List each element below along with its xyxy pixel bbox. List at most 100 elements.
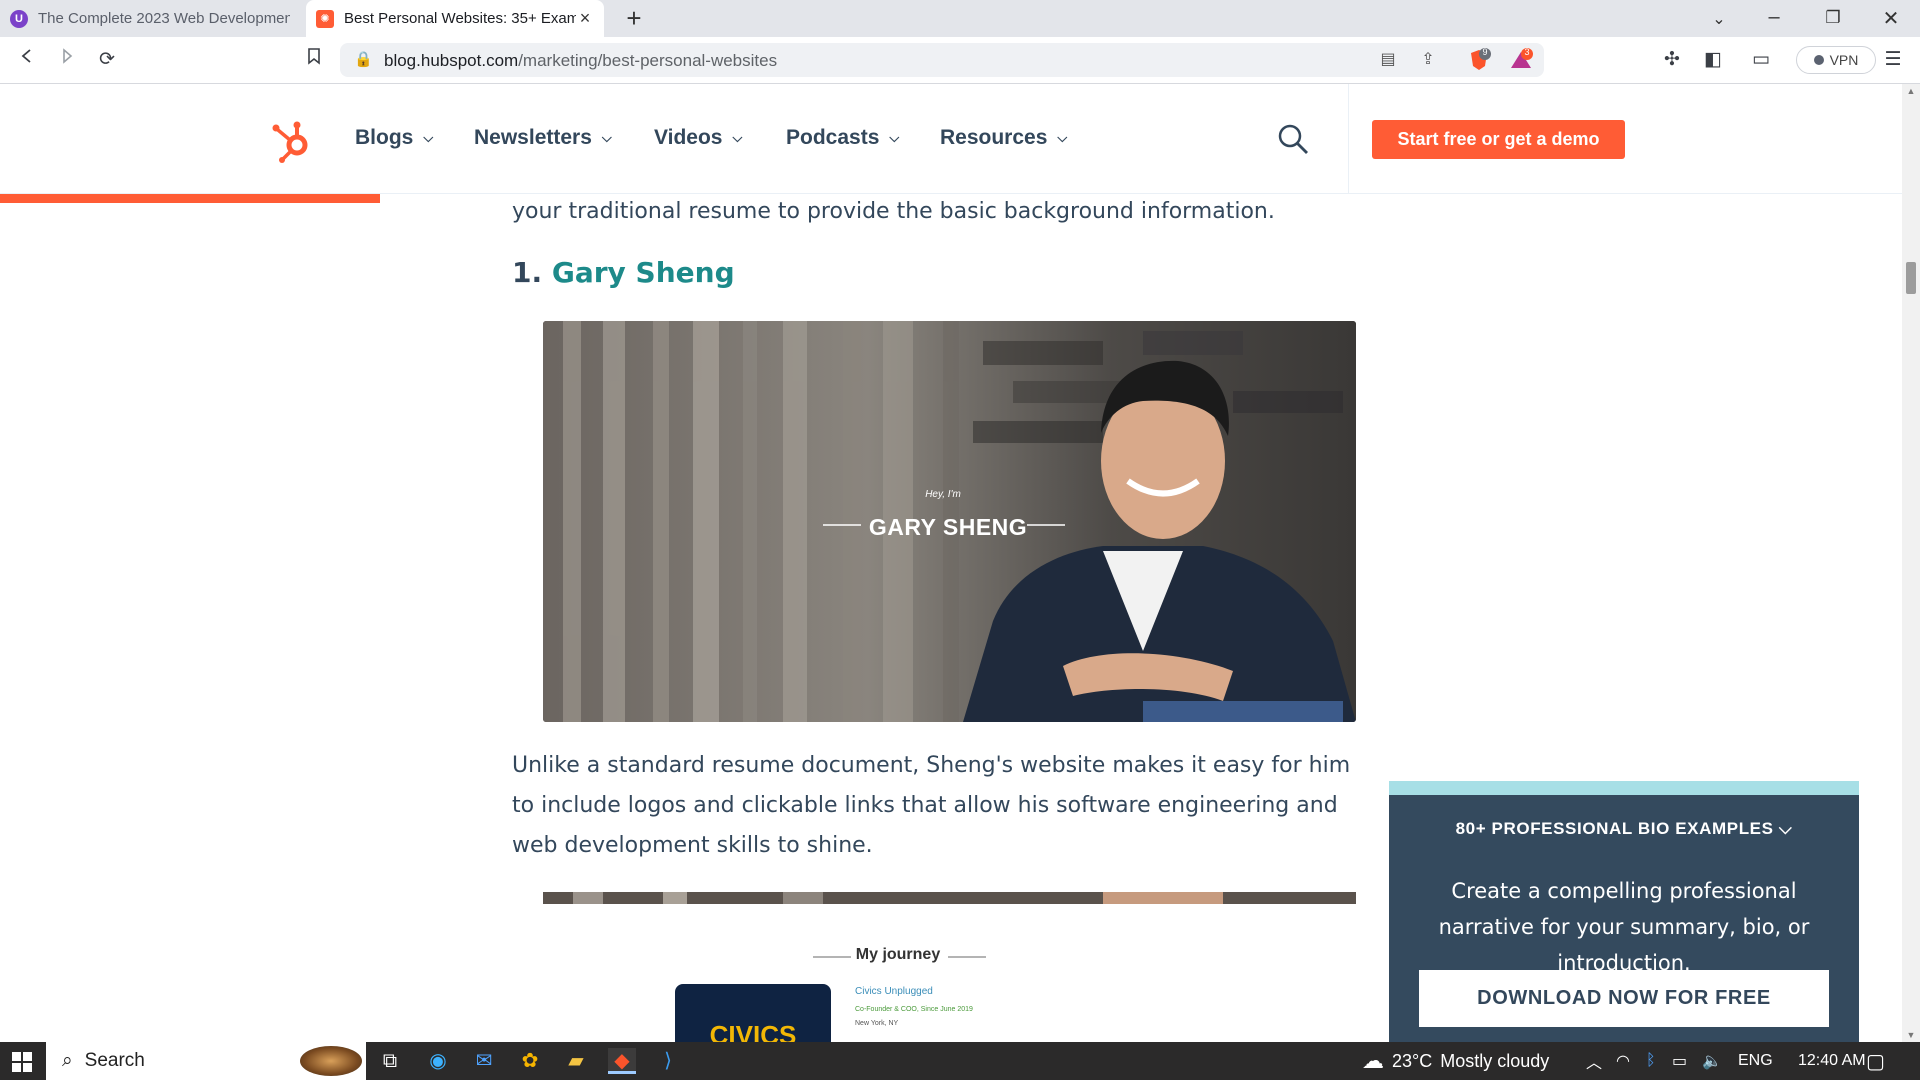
taskbar-search-label: Search: [84, 1050, 145, 1071]
chevron-down-icon: ⌵: [423, 130, 434, 145]
notifications-icon[interactable]: ▢: [1866, 1042, 1885, 1080]
sidebar-icon[interactable]: ◧: [1700, 47, 1726, 73]
site-navigation: Blogs ⌵ Newsletters ⌵ Videos ⌵ Podcasts ⌵ Re…: [0, 84, 1902, 194]
example-heading: 1. Gary Sheng: [512, 256, 1356, 289]
nav-videos[interactable]: Videos ⌵: [654, 126, 742, 150]
vscode-icon[interactable]: ⟩: [654, 1048, 682, 1074]
tab-best-personal-websites[interactable]: ✺ Best Personal Websites: 35+ Exam ×: [306, 0, 604, 37]
forward-icon[interactable]: [54, 47, 80, 73]
nav-blogs[interactable]: Blogs ⌵: [355, 126, 433, 150]
brave-browser-icon[interactable]: ◆: [608, 1048, 636, 1074]
reload-icon[interactable]: ⟳: [94, 47, 120, 73]
new-tab-button[interactable]: +: [620, 5, 648, 31]
nav-label: Podcasts: [786, 126, 880, 149]
tab-bar: U The Complete 2023 Web Developmen ✺ Bes…: [0, 0, 1920, 37]
tab-search-chevron-icon[interactable]: ⌄: [1704, 9, 1734, 29]
hubspot-icon: ✺: [316, 9, 334, 28]
start-free-button[interactable]: Start free or get a demo: [1372, 120, 1625, 159]
bio-examples-promo: 80+ PROFESSIONAL BIO EXAMPLES ⌵ Create a…: [1389, 781, 1859, 1042]
scroll-down-icon[interactable]: ▼: [1902, 1030, 1920, 1040]
udemy-icon: U: [10, 9, 28, 28]
hubspot-logo-icon[interactable]: [270, 118, 316, 164]
article-paragraph-intro: your traditional resume to provide the b…: [512, 199, 1275, 224]
nav-resources[interactable]: Resources ⌵: [940, 126, 1067, 150]
weather-condition: Mostly cloudy: [1440, 1050, 1550, 1071]
article-paragraph-sheng: Unlike a standard resume document, Sheng…: [512, 753, 1351, 858]
photos-icon[interactable]: ✿: [516, 1048, 544, 1074]
journey-org[interactable]: Civics Unplugged: [855, 986, 933, 997]
battery-icon[interactable]: ▭: [1672, 1042, 1687, 1080]
nav-podcasts[interactable]: Podcasts ⌵: [786, 126, 899, 150]
temperature: 23°C: [1392, 1050, 1433, 1071]
show-hidden-icons-icon[interactable]: ︿: [1586, 1042, 1602, 1080]
windows-taskbar: ⌕ Search ⧉ ◉ ✉ ✿ ▰ ◆ ⟩ ☁ 23°C Mostly clo…: [0, 1042, 1920, 1080]
scroll-up-icon[interactable]: ▲: [1902, 86, 1920, 96]
url-text[interactable]: blog.hubspot.com/marketing/best-personal…: [384, 51, 777, 71]
wifi-icon[interactable]: ◠: [1616, 1042, 1630, 1080]
nav-divider: [1348, 84, 1349, 194]
nav-label: Newsletters: [474, 126, 592, 149]
hero-greeting: Hey, I'm: [925, 489, 961, 500]
browser-toolbar: ⟳ 🔒 blog.hubspot.com/marketing/best-pers…: [0, 37, 1920, 84]
nav-label: Blogs: [355, 126, 414, 149]
page-scrollbar[interactable]: ▲ ▼: [1902, 84, 1920, 1042]
back-icon[interactable]: [14, 47, 40, 73]
language-indicator[interactable]: ENG: [1738, 1042, 1773, 1080]
journey-location: New York, NY: [855, 1020, 899, 1027]
chevron-down-icon: ⌵: [889, 130, 900, 145]
file-explorer-icon[interactable]: ▰: [562, 1048, 590, 1074]
tab-title: The Complete 2023 Web Developmen: [38, 10, 290, 27]
vpn-label: VPN: [1829, 52, 1859, 68]
vpn-status-icon: [1813, 55, 1824, 65]
nav-newsletters[interactable]: Newsletters ⌵: [474, 126, 612, 150]
weather-widget[interactable]: ☁ 23°C Mostly cloudy: [1362, 1042, 1549, 1080]
journey-title: My journey: [855, 946, 941, 963]
tab-title: Best Personal Websites: 35+ Exam: [344, 10, 576, 27]
extensions-icon[interactable]: ✣: [1659, 47, 1685, 73]
mail-icon[interactable]: ✉: [470, 1048, 498, 1074]
volume-icon[interactable]: 🔈: [1702, 1042, 1722, 1080]
windows-start-icon[interactable]: [12, 1052, 32, 1072]
bookmark-icon[interactable]: [301, 47, 327, 73]
journey-role: Co-Founder & COO, Since June 2019: [855, 1006, 973, 1013]
search-highlight-planet-icon: [300, 1046, 362, 1076]
vpn-button[interactable]: VPN: [1796, 46, 1876, 74]
close-tab-icon[interactable]: ×: [576, 8, 594, 29]
promo-title[interactable]: 80+ PROFESSIONAL BIO EXAMPLES ⌵: [1389, 819, 1859, 839]
address-bar[interactable]: 🔒 blog.hubspot.com/marketing/best-person…: [340, 43, 1544, 77]
chevron-down-icon: ⌵: [732, 130, 743, 145]
gary-sheng-website-screenshot: Hey, I'm GARY SHENG: [543, 321, 1356, 722]
brave-rewards-icon[interactable]: 3: [1508, 47, 1534, 73]
search-icon: ⌕: [62, 1050, 73, 1071]
chevron-down-icon: ⌵: [601, 130, 612, 145]
brave-shields-icon[interactable]: 9: [1466, 47, 1492, 73]
example-number: 1.: [512, 256, 543, 289]
promo-description: Create a compelling professional narrati…: [1438, 879, 1810, 975]
cloudy-weather-icon: ☁: [1362, 1048, 1384, 1073]
share-icon[interactable]: ⇪: [1416, 49, 1440, 71]
nav-label: Videos: [654, 126, 723, 149]
taskbar-search-box[interactable]: ⌕ Search: [46, 1042, 366, 1080]
civics-logo: CIVICS: [709, 1020, 797, 1042]
minimize-icon[interactable]: –: [1759, 6, 1789, 29]
nav-label: Resources: [940, 126, 1048, 149]
search-icon[interactable]: [1276, 122, 1310, 156]
edge-icon[interactable]: ◉: [424, 1048, 452, 1074]
wallet-icon[interactable]: ▭: [1748, 47, 1774, 73]
web-page: Blogs ⌵ Newsletters ⌵ Videos ⌵ Podcasts ⌵ Re…: [0, 84, 1902, 1042]
download-button[interactable]: DOWNLOAD NOW FOR FREE: [1419, 970, 1829, 1027]
shields-count: 9: [1482, 47, 1488, 57]
bluetooth-icon[interactable]: ᛒ: [1646, 1042, 1656, 1080]
task-view-icon[interactable]: ⧉: [376, 1048, 404, 1074]
restore-icon[interactable]: ❐: [1818, 8, 1848, 28]
menu-icon[interactable]: ☰: [1880, 47, 1906, 73]
reader-mode-icon[interactable]: ▤: [1376, 49, 1400, 71]
tab-web-development[interactable]: U The Complete 2023 Web Developmen: [0, 0, 300, 37]
example-title-link[interactable]: Gary Sheng: [552, 256, 735, 289]
clock[interactable]: 12:40 AM: [1798, 1042, 1866, 1080]
lock-icon: 🔒: [354, 51, 373, 68]
promo-stripe: [1389, 781, 1859, 795]
scroll-thumb[interactable]: [1906, 262, 1916, 294]
hero-name: GARY SHENG: [868, 514, 1028, 540]
close-window-icon[interactable]: ✕: [1876, 6, 1906, 31]
